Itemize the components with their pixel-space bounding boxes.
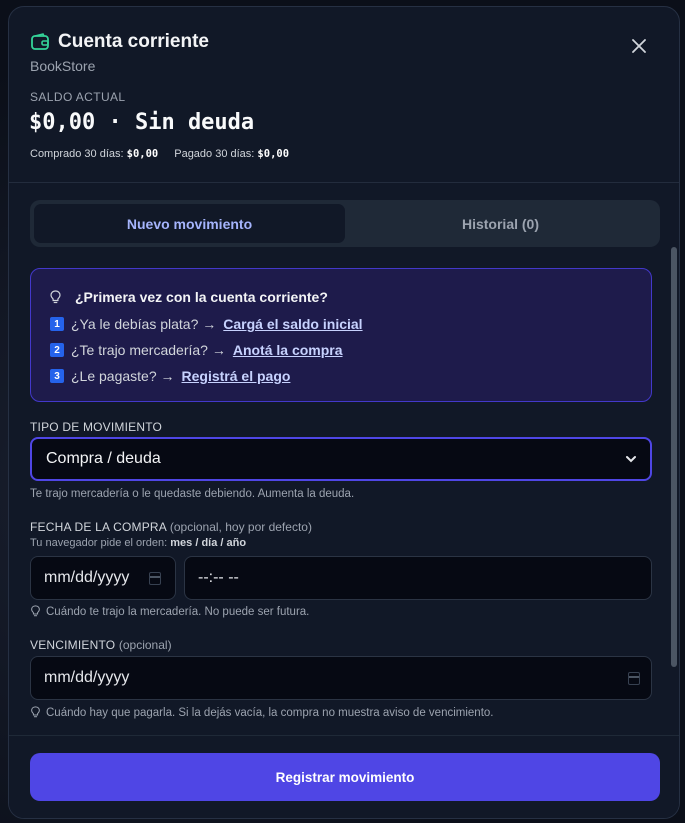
title-row: Cuenta corriente bbox=[30, 31, 209, 53]
due-date-hint-text: Cuándo hay que pagarla. Si la dejás vací… bbox=[46, 707, 494, 719]
date-order-value: mes / día / año bbox=[170, 537, 247, 549]
account-modal: Cuenta corriente BookStore SALDO ACTUAL … bbox=[8, 6, 680, 819]
due-date-optional: (opcional) bbox=[118, 638, 172, 652]
tip-text: ¿Ya le debías plata? → bbox=[71, 316, 217, 332]
number-badge: 2 bbox=[50, 343, 64, 357]
stats-row: Comprado 30 días: $0,00 Pagado 30 días: … bbox=[30, 148, 289, 160]
tab-new-movement[interactable]: Nuevo movimiento bbox=[34, 204, 345, 243]
tips-title: ¿Primera vez con la cuenta corriente? bbox=[49, 289, 328, 305]
bought-label: Comprado 30 días: bbox=[30, 148, 124, 160]
purchase-date-placeholder: mm/dd/yyyy bbox=[44, 569, 130, 586]
modal-header: Cuenta corriente BookStore SALDO ACTUAL … bbox=[9, 7, 679, 183]
paid-value: $0,00 bbox=[257, 148, 290, 160]
bought-stat: Comprado 30 días: $0,00 bbox=[30, 148, 158, 160]
movement-type-hint: Te trajo mercadería o le quedaste debien… bbox=[30, 488, 355, 500]
balance-value: $0,00 · Sin deuda bbox=[29, 110, 255, 135]
number-badge: 3 bbox=[50, 369, 64, 383]
purchase-time-placeholder: --:-- -- bbox=[198, 569, 239, 586]
date-order-text: Tu navegador pide el orden: bbox=[30, 537, 168, 549]
movement-type-value: Compra / deuda bbox=[46, 450, 161, 467]
modal-footer: Registrar movimiento bbox=[9, 735, 679, 818]
tip-item: 3 ¿Le pagaste? → Registrá el pago bbox=[50, 368, 290, 384]
number-badge: 1 bbox=[50, 317, 64, 331]
close-icon[interactable] bbox=[629, 36, 649, 56]
lightbulb-icon bbox=[31, 706, 40, 718]
lightbulb-icon bbox=[50, 290, 61, 304]
scrollbar-thumb[interactable] bbox=[671, 247, 677, 667]
due-date-label-text: VENCIMIENTO bbox=[30, 638, 116, 652]
purchase-date-optional: (opcional, hoy por defecto) bbox=[169, 520, 312, 534]
purchase-time-input[interactable]: --:-- -- bbox=[184, 556, 652, 600]
load-initial-balance-link[interactable]: Cargá el saldo inicial bbox=[223, 316, 362, 332]
purchase-date-hint: Cuándo te trajo la mercadería. No puede … bbox=[30, 605, 309, 618]
movement-type-label: TIPO DE MOVIMIENTO bbox=[30, 420, 163, 434]
due-date-input[interactable]: mm/dd/yyyy bbox=[30, 656, 652, 700]
tab-bar: Nuevo movimiento Historial (0) bbox=[30, 200, 660, 247]
purchase-date-input[interactable]: mm/dd/yyyy bbox=[30, 556, 176, 600]
balance-label: SALDO ACTUAL bbox=[30, 90, 126, 104]
chevron-down-icon bbox=[626, 456, 636, 463]
date-order-hint: Tu navegador pide el orden: mes / día / … bbox=[30, 537, 246, 549]
tips-title-text: ¿Primera vez con la cuenta corriente? bbox=[75, 289, 328, 305]
first-time-tips: ¿Primera vez con la cuenta corriente? 1 … bbox=[30, 268, 652, 402]
paid-stat: Pagado 30 días: $0,00 bbox=[174, 148, 289, 160]
due-date-placeholder: mm/dd/yyyy bbox=[44, 669, 130, 686]
record-purchase-link[interactable]: Anotá la compra bbox=[233, 342, 343, 358]
due-date-hint: Cuándo hay que pagarla. Si la dejás vací… bbox=[30, 706, 493, 719]
lightbulb-icon bbox=[31, 605, 40, 617]
tip-item: 2 ¿Te trajo mercadería? → Anotá la compr… bbox=[50, 342, 343, 358]
wallet-icon bbox=[31, 33, 49, 50]
modal-title: Cuenta corriente bbox=[58, 31, 209, 52]
store-name: BookStore bbox=[30, 58, 96, 74]
calendar-icon[interactable] bbox=[149, 572, 161, 585]
tip-text: ¿Le pagaste? → bbox=[71, 368, 175, 384]
register-movement-button[interactable]: Registrar movimiento bbox=[30, 753, 660, 801]
purchase-date-label: FECHA DE LA COMPRA (opcional, hoy por de… bbox=[30, 520, 312, 534]
tab-history[interactable]: Historial (0) bbox=[345, 204, 656, 243]
due-date-label: VENCIMIENTO (opcional) bbox=[30, 638, 172, 652]
tip-item: 1 ¿Ya le debías plata? → Cargá el saldo … bbox=[50, 316, 363, 332]
paid-label: Pagado 30 días: bbox=[174, 148, 255, 160]
tip-text: ¿Te trajo mercadería? → bbox=[71, 342, 226, 358]
scrollbar[interactable] bbox=[671, 247, 677, 727]
record-payment-link[interactable]: Registrá el pago bbox=[182, 368, 291, 384]
movement-type-select[interactable]: Compra / deuda bbox=[30, 437, 652, 481]
purchase-date-label-text: FECHA DE LA COMPRA bbox=[30, 520, 167, 534]
purchase-date-hint-text: Cuándo te trajo la mercadería. No puede … bbox=[46, 606, 310, 618]
bought-value: $0,00 bbox=[126, 148, 159, 160]
calendar-icon[interactable] bbox=[628, 672, 640, 685]
